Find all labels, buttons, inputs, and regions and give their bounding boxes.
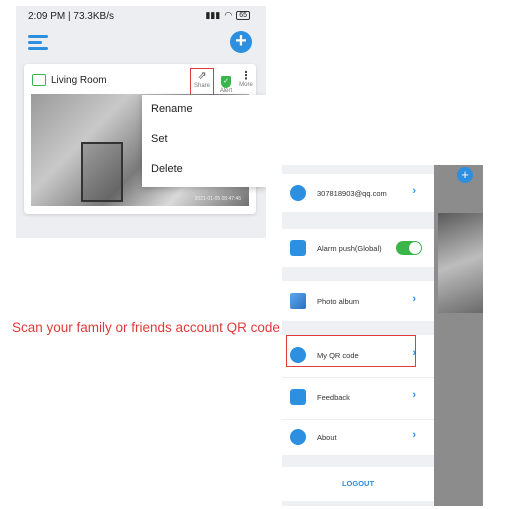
share-button[interactable]: ⇗ Share xyxy=(190,68,214,95)
more-label: More xyxy=(239,82,253,88)
logout-row: LOGOUT xyxy=(282,467,434,501)
menu-item-rename[interactable]: Rename xyxy=(151,103,193,115)
room-icon xyxy=(32,74,46,86)
about-label: About xyxy=(317,433,337,442)
menu-item-delete[interactable]: Delete xyxy=(151,163,183,175)
account-row[interactable]: 307818903@qq.com › xyxy=(282,174,434,212)
qr-code-highlight xyxy=(286,335,416,367)
feedback-row[interactable]: Feedback › xyxy=(282,377,434,417)
logout-button[interactable]: LOGOUT xyxy=(282,479,434,488)
hamburger-menu-icon[interactable] xyxy=(28,35,50,51)
chevron-right-icon: › xyxy=(412,293,416,305)
context-menu: Rename Set Delete xyxy=(142,95,266,187)
share-icon: ⇗ xyxy=(197,70,207,82)
info-icon xyxy=(290,429,306,445)
menu-item-set[interactable]: Set xyxy=(151,133,168,145)
signal-icon: ▮▮▮ xyxy=(205,10,221,20)
status-time: 2:09 PM | 73.3KB/s xyxy=(28,11,114,22)
chevron-right-icon: › xyxy=(412,429,416,441)
account-email: 307818903@qq.com xyxy=(317,189,387,198)
left-phone-screen: 2:09 PM | 73.3KB/s ▮▮▮ ◠ 65 + Living Roo… xyxy=(16,6,266,238)
about-row[interactable]: About › xyxy=(282,419,434,455)
phone-alarm-icon xyxy=(290,240,306,256)
add-device-icon[interactable]: + xyxy=(230,31,252,53)
status-icons: ▮▮▮ ◠ 65 xyxy=(205,10,250,21)
right-phone-screen: + 307818903@qq.com › Alarm push(Global) … xyxy=(282,165,483,506)
feed-scene xyxy=(81,142,123,202)
more-button[interactable]: ⋮ More xyxy=(238,70,254,88)
feedback-icon xyxy=(290,389,306,405)
alert-button[interactable]: ✓ Alert xyxy=(218,70,234,94)
battery-icon: 65 xyxy=(236,11,250,20)
more-vertical-icon: ⋮ xyxy=(240,70,252,82)
photo-icon xyxy=(290,293,306,309)
add-device-icon: + xyxy=(457,167,473,183)
feedback-label: Feedback xyxy=(317,393,350,402)
photo-album-row[interactable]: Photo album › xyxy=(282,281,434,321)
alarm-push-row: Alarm push(Global) xyxy=(282,229,434,267)
instruction-caption: Scan your family or friends account QR c… xyxy=(12,320,280,335)
camera-feed-peek xyxy=(438,213,483,313)
photo-album-label: Photo album xyxy=(317,297,360,306)
share-label: Share xyxy=(193,83,210,89)
status-bar: 2:09 PM | 73.3KB/s ▮▮▮ ◠ 65 xyxy=(16,6,266,28)
shield-icon: ✓ xyxy=(221,76,231,88)
wifi-icon: ◠ xyxy=(224,10,233,20)
alarm-push-toggle[interactable] xyxy=(396,241,422,255)
user-icon xyxy=(290,185,306,201)
room-name: Living Room xyxy=(51,75,107,86)
feed-timestamp: 2021-01-05 08:47:46 xyxy=(194,196,241,202)
chevron-right-icon: › xyxy=(412,389,416,401)
drawer-overlay[interactable]: + xyxy=(434,165,483,506)
alarm-push-label: Alarm push(Global) xyxy=(317,244,382,253)
chevron-right-icon: › xyxy=(412,185,416,197)
